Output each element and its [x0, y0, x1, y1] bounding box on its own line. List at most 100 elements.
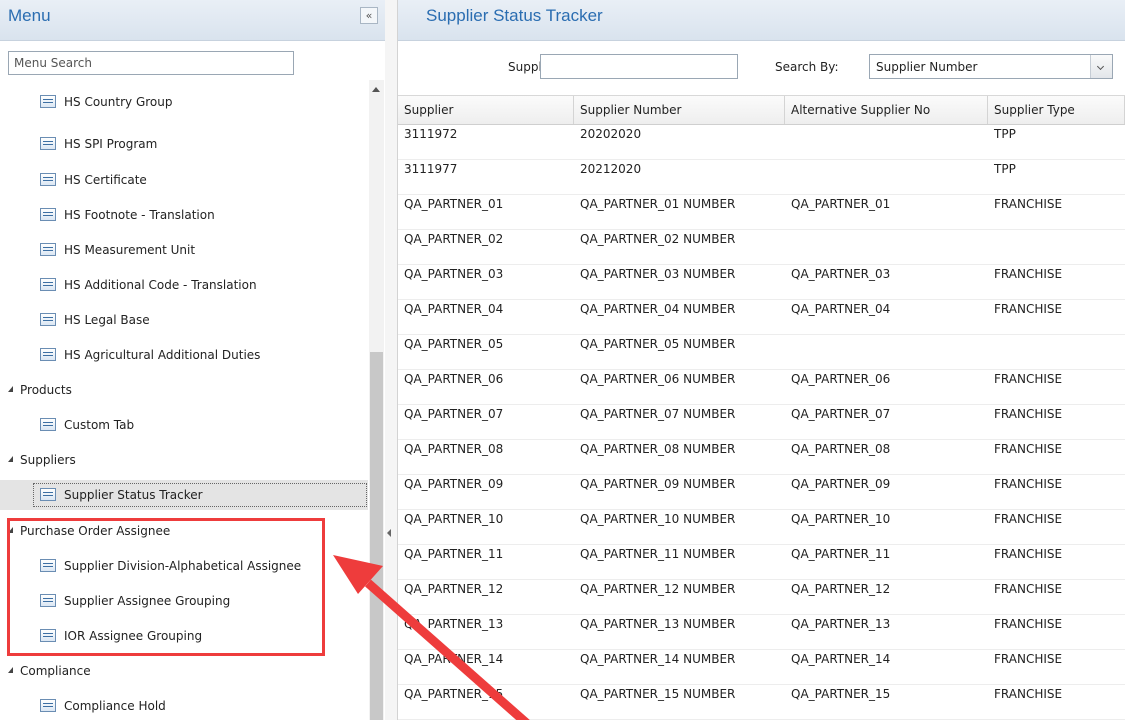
column-header-supplier[interactable]: Supplier	[398, 96, 574, 124]
menu-item-hs-measurement-unit[interactable]: HS Measurement Unit	[0, 235, 368, 265]
menu-scrollbar-thumb[interactable]	[370, 352, 383, 720]
table-cell: QA_PARTNER_11	[791, 547, 891, 561]
supplier-input[interactable]	[540, 54, 738, 79]
expand-triangle-icon[interactable]	[8, 667, 13, 673]
page-title: Supplier Status Tracker	[426, 6, 603, 25]
table-cell: QA_PARTNER_12	[791, 582, 891, 596]
table-cell: FRANCHISE	[994, 477, 1063, 491]
table-cell: QA_PARTNER_04	[791, 302, 891, 316]
menu-item-label: HS Certificate	[64, 173, 147, 187]
table-row[interactable]: QA_PARTNER_08 QA_PARTNER_08 NUMBER QA_PART…	[398, 439, 1125, 475]
menu-item-label: HS Legal Base	[64, 313, 150, 327]
menu-item-label: Purchase Order Assignee	[20, 524, 171, 538]
menu-item-hs-country-group[interactable]: HS Country Group	[0, 87, 368, 117]
table-cell: QA_PARTNER_08 NUMBER	[580, 442, 736, 456]
list-form-icon	[40, 243, 56, 256]
menu-item-label: HS Measurement Unit	[64, 243, 196, 257]
panel-splitter[interactable]	[385, 0, 398, 720]
menu-group-compliance[interactable]: Compliance	[0, 656, 368, 686]
menu-item-label: HS Country Group	[64, 95, 173, 109]
table-row[interactable]: QA_PARTNER_14 QA_PARTNER_14 NUMBER QA_PART…	[398, 649, 1125, 685]
table-row[interactable]: QA_PARTNER_12 QA_PARTNER_12 NUMBER QA_PART…	[398, 579, 1125, 615]
table-cell: QA_PARTNER_08	[404, 442, 504, 456]
table-cell: FRANCHISE	[994, 372, 1063, 386]
menu-group-suppliers[interactable]: Suppliers	[0, 445, 368, 475]
search-bar: Supplier: Search By: Supplier Number	[398, 41, 1125, 95]
menu-item-hs-agricultural-additional-duties[interactable]: HS Agricultural Additional Duties	[0, 340, 368, 370]
table-cell: QA_PARTNER_10	[791, 512, 891, 526]
table-cell: QA_PARTNER_03 NUMBER	[580, 267, 736, 281]
menu-item-label: Custom Tab	[64, 418, 135, 432]
table-cell: QA_PARTNER_13 NUMBER	[580, 617, 736, 631]
table-cell: QA_PARTNER_10	[404, 512, 504, 526]
scroll-up-icon[interactable]	[372, 87, 380, 92]
collapse-arrow-icon[interactable]	[387, 529, 391, 537]
table-cell: QA_PARTNER_03	[791, 267, 891, 281]
table-row[interactable]: QA_PARTNER_09 QA_PARTNER_09 NUMBER QA_PART…	[398, 474, 1125, 510]
table-row[interactable]: QA_PARTNER_03 QA_PARTNER_03 NUMBER QA_PART…	[398, 264, 1125, 300]
table-cell: FRANCHISE	[994, 547, 1063, 561]
expand-triangle-icon[interactable]	[8, 386, 13, 392]
table-cell: QA_PARTNER_07	[791, 407, 891, 421]
menu-item-hs-spi-program[interactable]: HS SPI Program	[0, 129, 368, 159]
collapse-menu-icon[interactable]: «	[360, 7, 378, 24]
table-cell: QA_PARTNER_14 NUMBER	[580, 652, 736, 666]
table-row[interactable]: QA_PARTNER_11 QA_PARTNER_11 NUMBER QA_PART…	[398, 544, 1125, 580]
menu-item-ior-assignee-grouping[interactable]: IOR Assignee Grouping	[0, 621, 368, 651]
table-row[interactable]: QA_PARTNER_07 QA_PARTNER_07 NUMBER QA_PART…	[398, 404, 1125, 440]
table-cell: TPP	[994, 162, 1016, 176]
table-row[interactable]: 3111972 20202020 TPP	[398, 124, 1125, 160]
menu-item-supplier-assignee-grouping[interactable]: Supplier Assignee Grouping	[0, 586, 368, 616]
table-cell: QA_PARTNER_06 NUMBER	[580, 372, 736, 386]
menu-item-supplier-division-alphabetical-assignee[interactable]: Supplier Division-Alphabetical Assignee	[0, 551, 368, 581]
menu-item-compliance-hold[interactable]: Compliance Hold	[0, 691, 368, 720]
menu-item-hs-legal-base[interactable]: HS Legal Base	[0, 305, 368, 335]
list-form-icon	[40, 629, 56, 642]
menu-item-hs-footnote-translation[interactable]: HS Footnote - Translation	[0, 200, 368, 230]
table-row[interactable]: QA_PARTNER_06 QA_PARTNER_06 NUMBER QA_PART…	[398, 369, 1125, 405]
table-row[interactable]: QA_PARTNER_10 QA_PARTNER_10 NUMBER QA_PART…	[398, 509, 1125, 545]
table-cell: 20202020	[580, 127, 642, 141]
table-row[interactable]: QA_PARTNER_02 QA_PARTNER_02 NUMBER	[398, 229, 1125, 265]
table-cell: FRANCHISE	[994, 302, 1063, 316]
table-cell: QA_PARTNER_05	[404, 337, 504, 351]
menu-scrollbar[interactable]	[369, 80, 384, 720]
table-cell: FRANCHISE	[994, 512, 1063, 526]
table-cell: FRANCHISE	[994, 197, 1063, 211]
table-cell: FRANCHISE	[994, 687, 1063, 701]
menu-item-label: HS Agricultural Additional Duties	[64, 348, 261, 362]
table-row[interactable]: QA_PARTNER_15 QA_PARTNER_15 NUMBER QA_PART…	[398, 684, 1125, 720]
column-header-alternative-supplier-no[interactable]: Alternative Supplier No	[785, 96, 988, 124]
expand-triangle-icon[interactable]	[8, 456, 13, 462]
table-cell: QA_PARTNER_01	[404, 197, 504, 211]
table-cell: FRANCHISE	[994, 267, 1063, 281]
chevron-down-icon[interactable]	[1090, 55, 1112, 78]
table-cell: QA_PARTNER_10 NUMBER	[580, 512, 736, 526]
table-cell: QA_PARTNER_02	[404, 232, 504, 246]
table-row[interactable]: QA_PARTNER_05 QA_PARTNER_05 NUMBER	[398, 334, 1125, 370]
table-row[interactable]: QA_PARTNER_01 QA_PARTNER_01 NUMBER QA_PART…	[398, 194, 1125, 230]
table-row[interactable]: 3111977 20212020 TPP	[398, 159, 1125, 195]
list-form-icon	[40, 137, 56, 150]
column-header-supplier-number[interactable]: Supplier Number	[574, 96, 785, 124]
table-row[interactable]: QA_PARTNER_13 QA_PARTNER_13 NUMBER QA_PART…	[398, 614, 1125, 650]
content-panel: Supplier Status Tracker Supplier: Search…	[398, 0, 1125, 720]
column-header-supplier-type[interactable]: Supplier Type	[988, 96, 1125, 124]
menu-search-input[interactable]	[8, 51, 294, 75]
menu-title: Menu	[8, 6, 51, 25]
table-cell: QA_PARTNER_07 NUMBER	[580, 407, 736, 421]
table-cell: FRANCHISE	[994, 407, 1063, 421]
table-cell: QA_PARTNER_07	[404, 407, 504, 421]
menu-item-hs-certificate[interactable]: HS Certificate	[0, 165, 368, 195]
list-form-icon	[40, 488, 56, 501]
expand-triangle-icon[interactable]	[8, 527, 13, 533]
menu-item-custom-tab[interactable]: Custom Tab	[0, 410, 368, 440]
menu-item-hs-additional-code-translation[interactable]: HS Additional Code - Translation	[0, 270, 368, 300]
list-form-icon	[40, 559, 56, 572]
menu-group-products[interactable]: Products	[0, 375, 368, 405]
menu-item-supplier-status-tracker[interactable]: Supplier Status Tracker	[0, 480, 368, 510]
menu-group-purchase-order-assignee[interactable]: Purchase Order Assignee	[0, 516, 368, 546]
table-row[interactable]: QA_PARTNER_04 QA_PARTNER_04 NUMBER QA_PART…	[398, 299, 1125, 335]
search-by-select[interactable]: Supplier Number	[869, 54, 1113, 79]
table-cell: QA_PARTNER_11	[404, 547, 504, 561]
